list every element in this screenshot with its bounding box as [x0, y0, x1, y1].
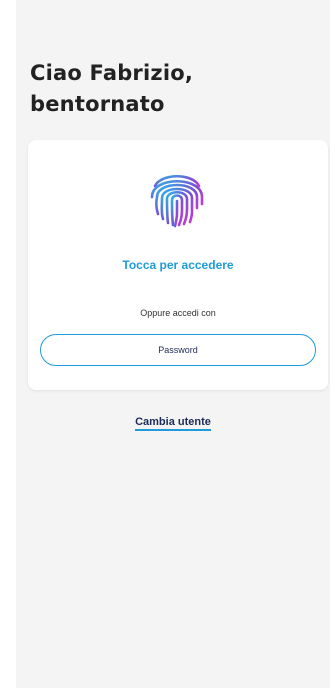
welcome-heading-line-1: Ciao Fabrizio,	[30, 61, 194, 85]
app-screen: Ciao Fabrizio, bentornato Tocca per acce…	[16, 0, 330, 688]
alternative-login-label: Oppure accedi con	[140, 308, 216, 318]
login-card: Tocca per accedere Oppure accedi con Pas…	[28, 140, 328, 390]
password-login-button[interactable]: Password	[40, 334, 316, 366]
change-user-container: Cambia utente	[16, 412, 330, 431]
fingerprint-icon[interactable]	[144, 164, 210, 230]
welcome-heading-line-2: bentornato	[30, 92, 165, 116]
change-user-link[interactable]: Cambia utente	[135, 416, 211, 431]
touch-to-login-label[interactable]: Tocca per accedere	[28, 258, 328, 272]
welcome-heading: Ciao Fabrizio, bentornato	[30, 58, 193, 120]
